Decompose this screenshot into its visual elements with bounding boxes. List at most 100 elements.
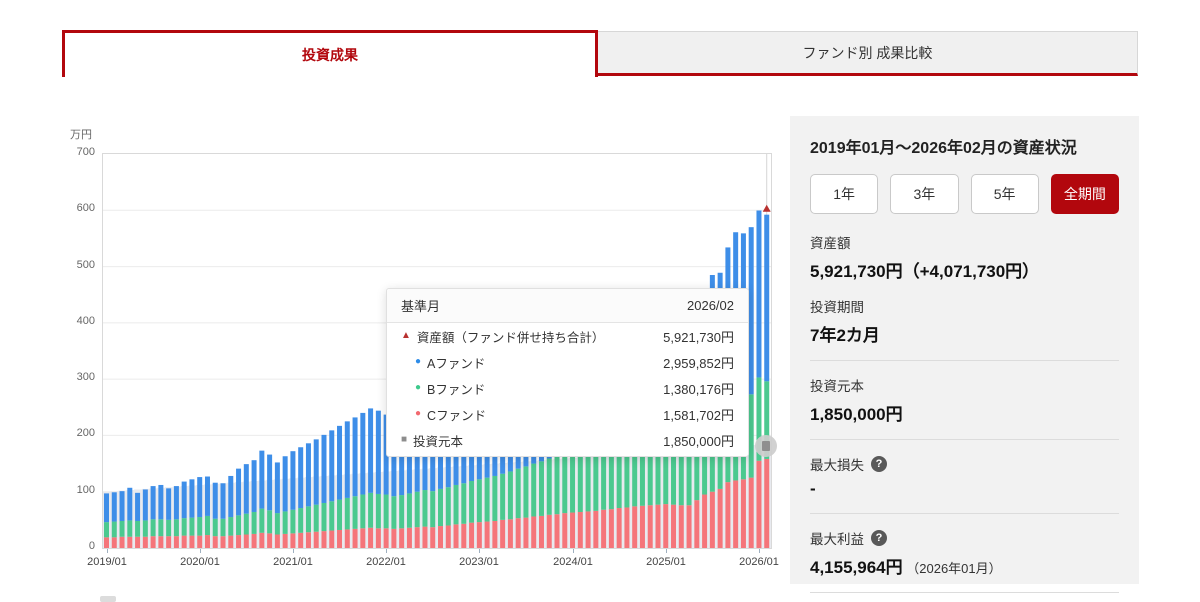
bar-segment[interactable]	[749, 227, 754, 394]
bar-segment[interactable]	[189, 536, 194, 548]
bar-segment[interactable]	[469, 523, 474, 548]
bar-segment[interactable]	[477, 479, 482, 522]
bar-segment[interactable]	[275, 534, 280, 548]
bar-segment[interactable]	[663, 504, 668, 548]
bar-segment[interactable]	[228, 476, 233, 517]
bar-segment[interactable]	[151, 519, 156, 536]
bar-segment[interactable]	[158, 536, 163, 548]
bar-segment[interactable]	[174, 486, 179, 519]
period-button-1年[interactable]: 1年	[810, 174, 878, 214]
period-button-5年[interactable]: 5年	[971, 174, 1039, 214]
bar-segment[interactable]	[353, 496, 358, 529]
bar-segment[interactable]	[446, 487, 451, 525]
bar-segment[interactable]	[516, 518, 521, 548]
bar-segment[interactable]	[298, 533, 303, 548]
bar-segment[interactable]	[321, 435, 326, 503]
bar-segment[interactable]	[687, 505, 692, 548]
bar-segment[interactable]	[228, 536, 233, 548]
bar-segment[interactable]	[205, 535, 210, 548]
bar-segment[interactable]	[710, 492, 715, 548]
bar-segment[interactable]	[376, 494, 381, 528]
bar-segment[interactable]	[461, 483, 466, 524]
bar-segment[interactable]	[205, 477, 210, 516]
bar-segment[interactable]	[321, 531, 326, 548]
bar-segment[interactable]	[104, 493, 109, 522]
bar-segment[interactable]	[298, 508, 303, 533]
bar-segment[interactable]	[756, 461, 761, 548]
help-icon[interactable]: ?	[871, 530, 887, 546]
bar-segment[interactable]	[259, 451, 264, 509]
period-button-全期間[interactable]: 全期間	[1051, 174, 1119, 214]
bar-segment[interactable]	[236, 515, 241, 535]
bar-segment[interactable]	[523, 466, 528, 517]
bar-segment[interactable]	[422, 527, 427, 548]
bar-segment[interactable]	[314, 505, 319, 532]
bar-segment[interactable]	[353, 417, 358, 496]
bar-segment[interactable]	[329, 531, 334, 548]
chart-drag-handle[interactable]	[755, 435, 777, 457]
bar-segment[interactable]	[523, 518, 528, 548]
bar-segment[interactable]	[120, 537, 125, 548]
bar-segment[interactable]	[562, 513, 567, 548]
bar-segment[interactable]	[407, 493, 412, 527]
bar-segment[interactable]	[228, 517, 233, 536]
bar-segment[interactable]	[189, 479, 194, 517]
bar-segment[interactable]	[221, 519, 226, 536]
bar-segment[interactable]	[298, 447, 303, 508]
bar-segment[interactable]	[275, 462, 280, 513]
bar-segment[interactable]	[205, 516, 210, 535]
tab-investment-results[interactable]: 投資成果	[62, 30, 598, 77]
bar-segment[interactable]	[321, 503, 326, 531]
bar-segment[interactable]	[290, 510, 295, 534]
bar-segment[interactable]	[236, 535, 241, 548]
bar-segment[interactable]	[213, 519, 218, 536]
bar-segment[interactable]	[671, 505, 676, 548]
bar-segment[interactable]	[244, 534, 249, 548]
bar-segment[interactable]	[702, 495, 707, 548]
bar-segment[interactable]	[360, 528, 365, 548]
bar-segment[interactable]	[244, 514, 249, 535]
bar-segment[interactable]	[120, 491, 125, 521]
bar-segment[interactable]	[531, 516, 536, 548]
bar-segment[interactable]	[104, 537, 109, 548]
bar-segment[interactable]	[306, 506, 311, 532]
bar-segment[interactable]	[314, 439, 319, 504]
bar-segment[interactable]	[197, 536, 202, 548]
bar-segment[interactable]	[112, 522, 117, 538]
bar-segment[interactable]	[267, 533, 272, 548]
bar-segment[interactable]	[539, 461, 544, 516]
bar-segment[interactable]	[314, 532, 319, 548]
bar-segment[interactable]	[306, 443, 311, 506]
bar-segment[interactable]	[399, 495, 404, 528]
bar-segment[interactable]	[283, 534, 288, 548]
bar-segment[interactable]	[135, 521, 140, 537]
bar-segment[interactable]	[368, 528, 373, 548]
bar-segment[interactable]	[756, 211, 761, 378]
bar-segment[interactable]	[368, 493, 373, 528]
bar-segment[interactable]	[135, 537, 140, 548]
bar-segment[interactable]	[655, 505, 660, 548]
bar-segment[interactable]	[213, 483, 218, 519]
bar-segment[interactable]	[290, 451, 295, 510]
bar-segment[interactable]	[725, 482, 730, 548]
bar-segment[interactable]	[259, 533, 264, 548]
bar-segment[interactable]	[384, 495, 389, 529]
bar-segment[interactable]	[422, 490, 427, 527]
bar-segment[interactable]	[174, 519, 179, 536]
bar-segment[interactable]	[454, 524, 459, 548]
bar-segment[interactable]	[166, 520, 171, 536]
bar-segment[interactable]	[151, 486, 156, 519]
bar-segment[interactable]	[578, 449, 583, 512]
bar-segment[interactable]	[764, 459, 769, 548]
bar-segment[interactable]	[143, 537, 148, 548]
bar-segment[interactable]	[329, 430, 334, 501]
bar-segment[interactable]	[454, 485, 459, 524]
bar-segment[interactable]	[112, 537, 117, 548]
bar-segment[interactable]	[360, 413, 365, 495]
bar-segment[interactable]	[127, 520, 132, 536]
bar-segment[interactable]	[236, 469, 241, 516]
bar-segment[interactable]	[376, 411, 381, 494]
bar-segment[interactable]	[252, 460, 257, 512]
bar-segment[interactable]	[104, 522, 109, 537]
bar-segment[interactable]	[601, 510, 606, 548]
